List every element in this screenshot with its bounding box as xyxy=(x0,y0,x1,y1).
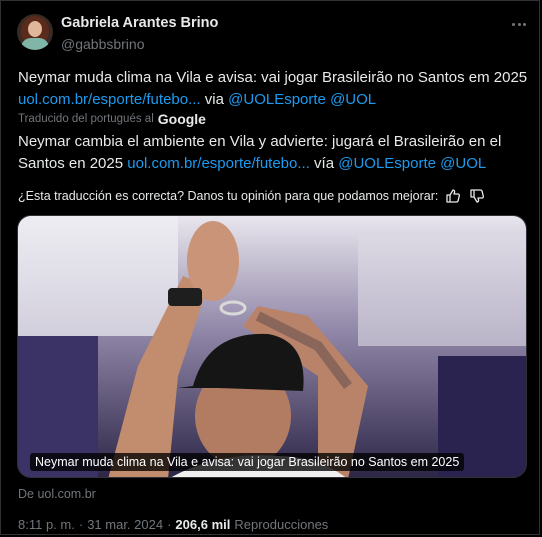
translation-notice-text: Traducido del portugués al xyxy=(18,113,154,125)
google-logo: Google xyxy=(157,111,206,127)
thumbs-down-icon[interactable] xyxy=(468,187,486,205)
tweet-date[interactable]: 31 mar. 2024 xyxy=(87,517,163,532)
translation-mention-uol[interactable]: @UOL xyxy=(440,155,486,172)
tweet-link[interactable]: uol.com.br/esporte/futebo... xyxy=(18,91,201,108)
translation-text: Neymar cambia el ambiente en Vila y advi… xyxy=(18,131,530,175)
mention-uolesporte[interactable]: @UOLEsporte xyxy=(228,91,326,108)
more-dots-icon[interactable] xyxy=(509,17,529,31)
tweet-container: Gabriela Arantes Brino @gabbsbrino Neyma… xyxy=(0,0,540,535)
translation-feedback: ¿Esta traducción es correcta? Danos tu o… xyxy=(18,187,486,205)
thumbs-up-icon[interactable] xyxy=(444,187,462,205)
views-label: Reproducciones xyxy=(234,517,329,532)
meta-separator: · xyxy=(167,517,172,532)
translation-mention-uolesporte[interactable]: @UOLEsporte xyxy=(338,155,436,172)
author-handle[interactable]: @gabbsbrino xyxy=(61,36,145,52)
translation-link[interactable]: uol.com.br/esporte/futebo... xyxy=(127,155,310,172)
tweet-body: Neymar muda clima na Vila e avisa: vai j… xyxy=(18,69,528,86)
translation-notice: Traducido del portugués al Google xyxy=(18,111,206,127)
mention-uol[interactable]: @UOL xyxy=(330,91,376,108)
translation-via: vía xyxy=(314,155,335,172)
feedback-text: ¿Esta traducción es correcta? Danos tu o… xyxy=(18,189,439,203)
card-source[interactable]: De uol.com.br xyxy=(18,487,96,501)
avatar[interactable] xyxy=(17,14,53,50)
tweet-meta: 8:11 p. m. · 31 mar. 2024 · 206,6 mil Re… xyxy=(18,517,328,532)
tweet-time[interactable]: 8:11 p. m. xyxy=(18,517,75,532)
link-card[interactable]: Neymar muda clima na Vila e avisa: vai j… xyxy=(17,215,527,478)
author-name[interactable]: Gabriela Arantes Brino xyxy=(61,15,218,31)
card-caption: Neymar muda clima na Vila e avisa: vai j… xyxy=(30,453,465,471)
views-count[interactable]: 206,6 mil xyxy=(175,517,230,532)
meta-separator: · xyxy=(78,517,84,532)
tweet-text: Neymar muda clima na Vila e avisa: vai j… xyxy=(18,67,530,111)
tweet-via: via xyxy=(204,91,224,108)
article-photo xyxy=(18,216,526,477)
